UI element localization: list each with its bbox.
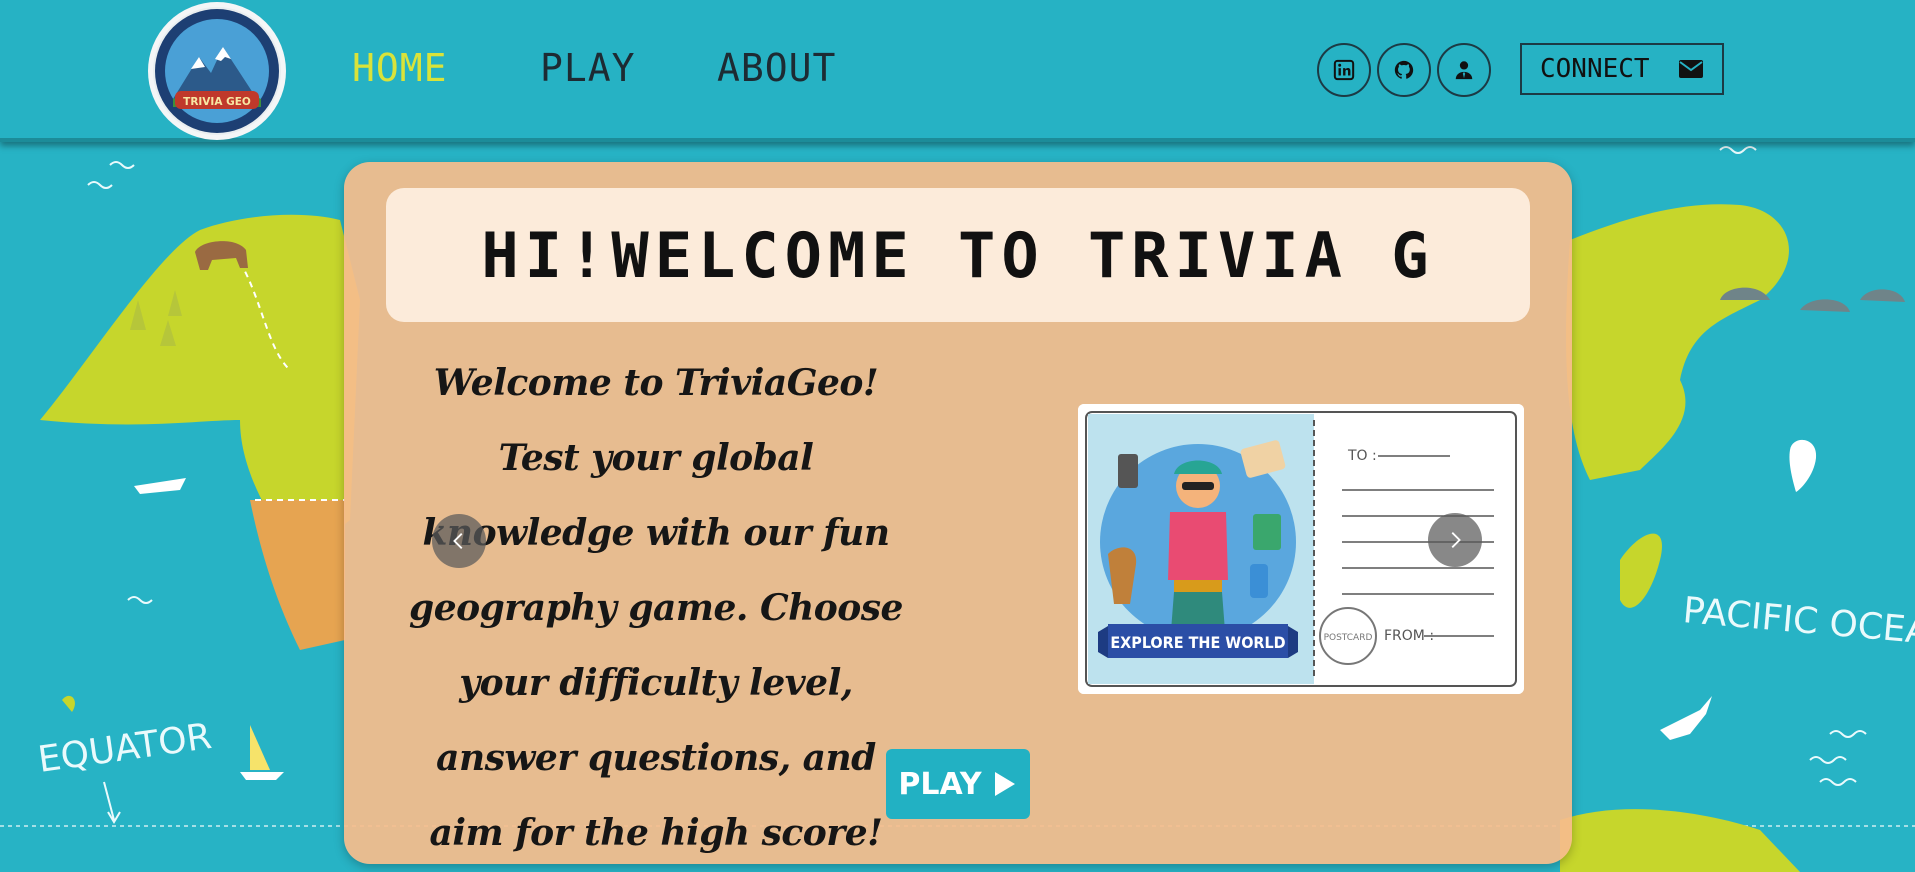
- profile-button[interactable]: [1437, 43, 1491, 97]
- nav-home-link[interactable]: HOME: [352, 46, 448, 90]
- connect-button[interactable]: CONNECT: [1520, 43, 1724, 95]
- logo-text: TRIVIA GEO: [183, 96, 251, 108]
- envelope-icon: [1679, 60, 1703, 78]
- play-button-label: PLAY: [898, 766, 982, 802]
- chevron-left-icon: [453, 533, 463, 549]
- linkedin-button[interactable]: [1317, 43, 1371, 97]
- welcome-description: Welcome to TriviaGeo! Test your global k…: [409, 362, 903, 854]
- postcard-stamp-text: POSTCARD: [1324, 633, 1373, 643]
- nav-play-link[interactable]: PLAY: [540, 46, 636, 90]
- title-banner: HI!WELCOME TO TRIVIA G: [386, 188, 1530, 322]
- welcome-card: HI!WELCOME TO TRIVIA G Welcome to Trivia…: [344, 162, 1572, 864]
- github-icon: [1394, 60, 1414, 79]
- connect-label: CONNECT: [1540, 54, 1650, 84]
- nav-about-link[interactable]: ABOUT: [717, 46, 836, 90]
- postcard-to-label: TO :: [1347, 448, 1377, 464]
- play-button[interactable]: PLAY: [886, 749, 1030, 819]
- play-triangle-icon: [994, 772, 1015, 796]
- github-button[interactable]: [1377, 43, 1431, 97]
- linkedin-icon: [1333, 59, 1355, 81]
- top-navbar: TRIVIA GEO HOME PLAY ABOUT CONNECT: [0, 0, 1915, 142]
- postcard-banner-text: EXPLORE THE WORLD: [1110, 633, 1285, 652]
- carousel-prev-button[interactable]: [432, 514, 486, 568]
- welcome-title: HI!WELCOME TO TRIVIA G: [481, 218, 1435, 292]
- trivia-geo-logo[interactable]: TRIVIA GEO: [148, 2, 286, 140]
- carousel-next-button[interactable]: [1428, 513, 1482, 567]
- person-icon: [1455, 61, 1473, 80]
- chevron-right-icon: [1451, 532, 1461, 548]
